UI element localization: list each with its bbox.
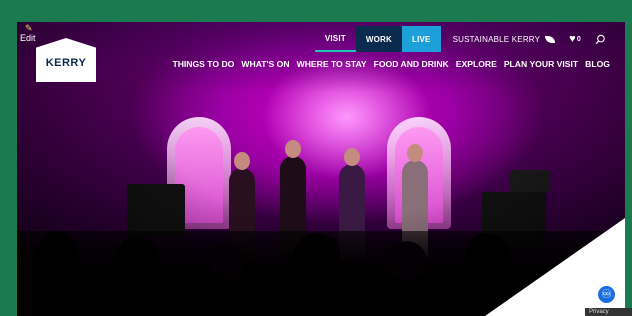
top-nav: VISIT WORK LIVE SUSTAINABLE KERRY ♥ 0 [314,26,612,52]
nav-explore[interactable]: EXPLORE [456,59,497,69]
logo-text: KERRY [45,57,87,69]
privacy-label: Privacy [589,309,609,315]
nav-blog[interactable]: BLOG [585,59,610,69]
edit-label: Edit [20,33,36,43]
favourites-count: 0 [576,35,581,43]
main-nav: THINGS TO DO WHAT'S ON WHERE TO STAY FOO… [172,59,610,69]
tab-live[interactable]: LIVE [402,26,441,52]
accessibility-icon: ♾ [601,287,612,301]
nav-plan-your-visit[interactable]: PLAN YOUR VISIT [504,59,578,69]
privacy-badge[interactable]: Privacy [585,308,632,316]
edit-button[interactable]: ✎ Edit [18,22,40,44]
tab-visit[interactable]: VISIT [314,26,356,52]
sustainable-kerry-link[interactable]: SUSTAINABLE KERRY [441,26,562,52]
leaf-icon [545,35,556,43]
accessibility-button[interactable]: ♾ [598,286,615,303]
favourites-button[interactable]: ♥ 0 [561,26,589,52]
tab-work[interactable]: WORK [355,26,402,52]
heart-icon: ♥ [569,33,576,45]
nav-whats-on[interactable]: WHAT'S ON [241,59,289,69]
nav-things-to-do[interactable]: THINGS TO DO [172,59,234,69]
nav-where-to-stay[interactable]: WHERE TO STAY [297,59,367,69]
nav-food-and-drink[interactable]: FOOD AND DRINK [374,59,449,69]
search-icon [595,34,605,44]
search-button[interactable] [589,26,612,52]
sustainable-kerry-label: SUSTAINABLE KERRY [452,34,541,44]
